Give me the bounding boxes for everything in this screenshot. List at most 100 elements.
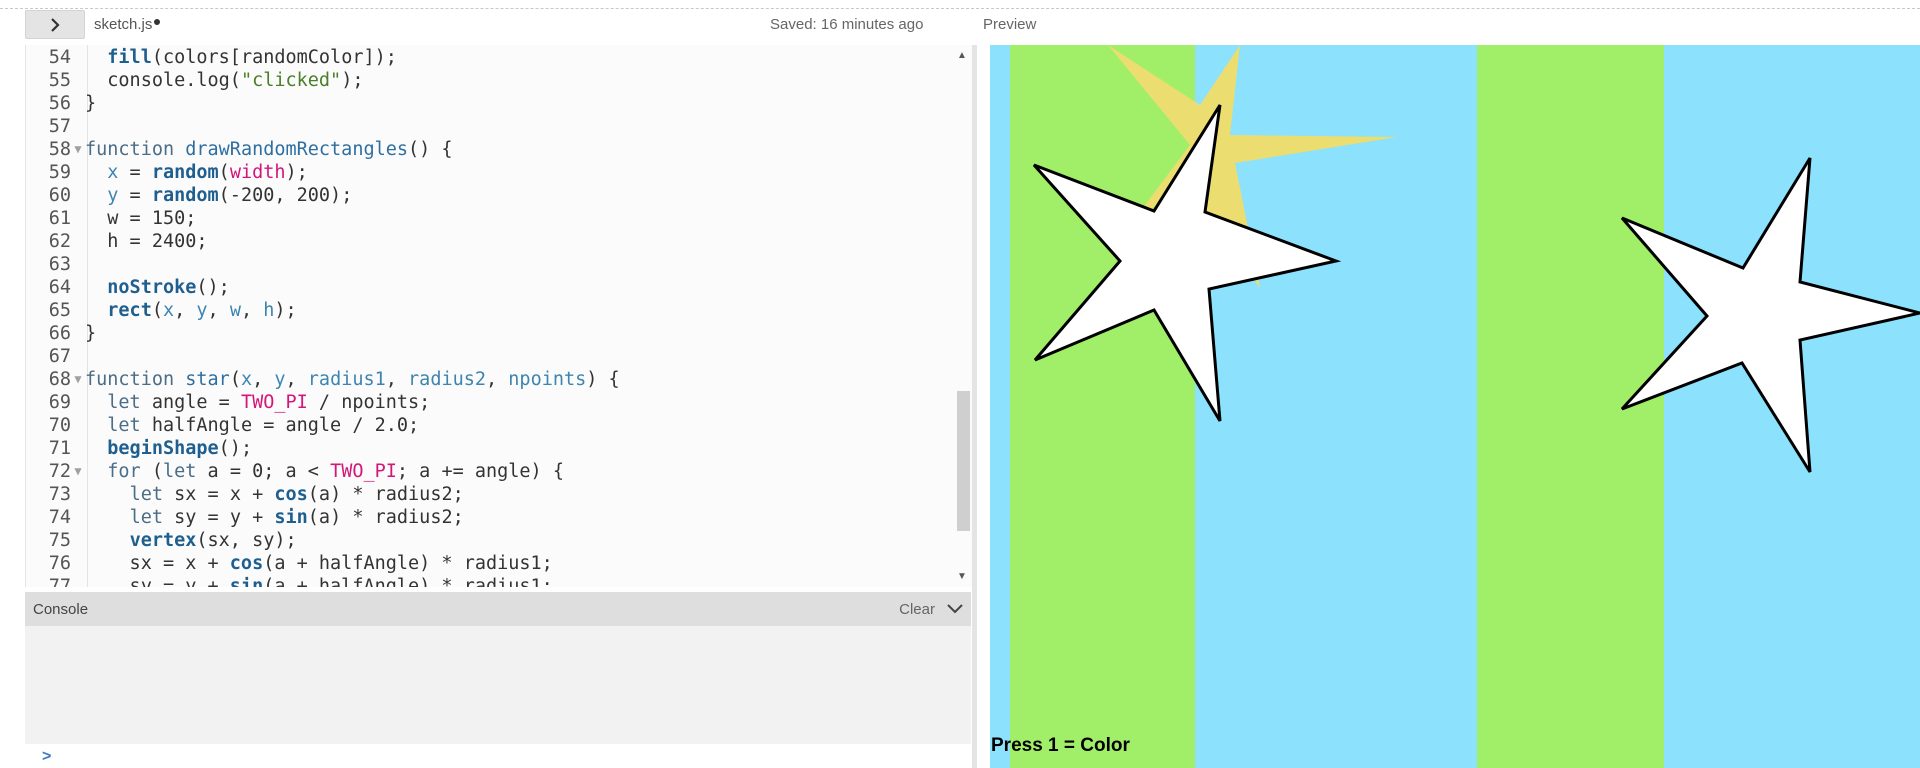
file-tab[interactable]: sketch.js — [94, 16, 161, 33]
code-token: function — [85, 369, 186, 390]
fold-toggle-icon[interactable]: ▼ — [71, 368, 85, 391]
code-token: (-200, 200); — [218, 185, 353, 206]
console-prompt[interactable]: > — [42, 748, 51, 766]
scroll-down-icon[interactable]: ▼ — [957, 571, 967, 582]
code-editor[interactable]: 53 let randomColor = int(random(colors.l… — [25, 45, 972, 587]
code-line[interactable]: 76 sx = x + cos(a + halfAngle) * radius1… — [26, 552, 956, 575]
code-token: sin — [229, 576, 264, 587]
code-line[interactable]: 69 let angle = TWO_PI / npoints; — [26, 391, 956, 414]
unsaved-indicator — [154, 19, 161, 25]
line-number: 73 — [48, 484, 71, 505]
pane-divider[interactable] — [972, 45, 977, 768]
code-token: y — [196, 300, 208, 321]
code-line[interactable]: 59 x = random(width); — [26, 161, 956, 184]
code-token: ); — [274, 300, 297, 321]
code-token: function — [85, 139, 186, 160]
code-token: (a + halfAngle) * radius1; — [263, 576, 553, 587]
code-line[interactable]: 55 console.log("clicked"); — [26, 69, 956, 92]
console-clear-button[interactable]: Clear — [899, 601, 935, 618]
code-token: rect — [107, 300, 152, 321]
code-line[interactable]: 68 ▼ function star(x, y, radius1, radius2,… — [26, 368, 956, 391]
code-token: random — [151, 185, 219, 206]
code-token: ( — [229, 369, 241, 390]
code-token: , — [207, 300, 230, 321]
code-token: "clicked" — [240, 70, 342, 91]
code-line[interactable]: 70 let halfAngle = angle / 2.0; — [26, 414, 956, 437]
code-token: ( — [218, 162, 230, 183]
code-line[interactable]: 75 vertex(sx, sy); — [26, 529, 956, 552]
code-token: w = 150; — [85, 208, 197, 229]
code-token: / npoints; — [307, 392, 431, 413]
code-token: h = 2400; — [85, 231, 208, 252]
green-rectangle — [1010, 45, 1195, 768]
code-token: ); — [285, 162, 308, 183]
code-token: console.log( — [85, 70, 241, 91]
scrollbar-thumb[interactable] — [957, 391, 970, 531]
code-token: , — [385, 369, 409, 390]
code-line[interactable]: 74 let sy = y + sin(a) * radius2; — [26, 506, 956, 529]
code-lines[interactable]: 53 let randomColor = int(random(colors.l… — [26, 45, 956, 587]
code-token: sx = x + — [174, 484, 275, 505]
code-token: let — [162, 461, 208, 482]
fold-toggle-icon[interactable]: ▼ — [71, 460, 85, 483]
code-line[interactable]: 77 sy = y + sin(a + halfAngle) * radius1… — [26, 575, 956, 587]
code-token: a = 0; a < — [207, 461, 331, 482]
code-token: , — [285, 369, 308, 390]
code-token: (); — [196, 277, 230, 298]
code-line[interactable]: 63 — [26, 253, 956, 276]
code-line[interactable]: 58 ▼ function drawRandomRectangles() { — [26, 138, 956, 161]
line-number: 56 — [48, 93, 71, 114]
code-token: , — [486, 369, 509, 390]
scroll-up-icon[interactable]: ▲ — [957, 50, 967, 61]
code-line[interactable]: 60 y = random(-200, 200); — [26, 184, 956, 207]
code-line[interactable]: 71 beginShape(); — [26, 437, 956, 460]
code-token: h — [263, 300, 275, 321]
code-line[interactable]: 65 rect(x, y, w, h); — [26, 299, 956, 322]
line-number: 76 — [48, 553, 71, 574]
code-line[interactable]: 61 w = 150; — [26, 207, 956, 230]
code-token: (a) * radius2; — [307, 507, 464, 528]
code-token: radius1 — [307, 369, 386, 390]
code-line[interactable]: 57 — [26, 115, 956, 138]
editor-scrollbar[interactable]: ▲ ▼ — [954, 45, 972, 587]
code-token: sx = x + — [85, 553, 230, 574]
line-number: 66 — [48, 323, 71, 344]
code-line[interactable]: 64 noStroke(); — [26, 276, 956, 299]
code-line[interactable]: 72 ▼ for (let a = 0; a < TWO_PI; a += ang… — [26, 460, 956, 483]
code-line[interactable]: 66} — [26, 322, 956, 345]
code-token: ) { — [586, 369, 620, 390]
code-line[interactable]: 73 let sx = x + cos(a) * radius2; — [26, 483, 956, 506]
line-number: 74 — [48, 507, 71, 528]
chevron-down-icon[interactable] — [947, 603, 963, 615]
code-line[interactable]: 54 fill(colors[randomColor]); — [26, 46, 956, 69]
code-token: TWO_PI — [240, 392, 308, 413]
preview-canvas[interactable]: Press 1 = Color — [980, 45, 1920, 768]
code-token: let — [129, 507, 175, 528]
code-token: (colors[randomColor]); — [151, 47, 397, 68]
code-line[interactable]: 56} — [26, 92, 956, 115]
fold-toggle-icon[interactable]: ▼ — [71, 138, 85, 161]
line-number: 72 — [48, 461, 71, 482]
code-token: radius2 — [408, 369, 487, 390]
code-line[interactable]: 62 h = 2400; — [26, 230, 956, 253]
code-token: y — [107, 185, 119, 206]
sidebar-toggle-button[interactable] — [25, 10, 85, 39]
line-number: 70 — [48, 415, 71, 436]
code-token: y — [274, 369, 286, 390]
code-token: (); — [218, 438, 253, 459]
code-token: TWO_PI — [330, 461, 397, 482]
code-token: } — [85, 93, 97, 114]
code-line[interactable]: 67 — [26, 345, 956, 368]
line-number: 54 — [48, 47, 71, 68]
code-token: let — [107, 392, 152, 413]
code-token: } — [85, 323, 97, 344]
console-header[interactable]: Console Clear — [25, 592, 971, 626]
sketch-canvas[interactable] — [980, 45, 1920, 768]
line-number: 71 — [48, 438, 71, 459]
